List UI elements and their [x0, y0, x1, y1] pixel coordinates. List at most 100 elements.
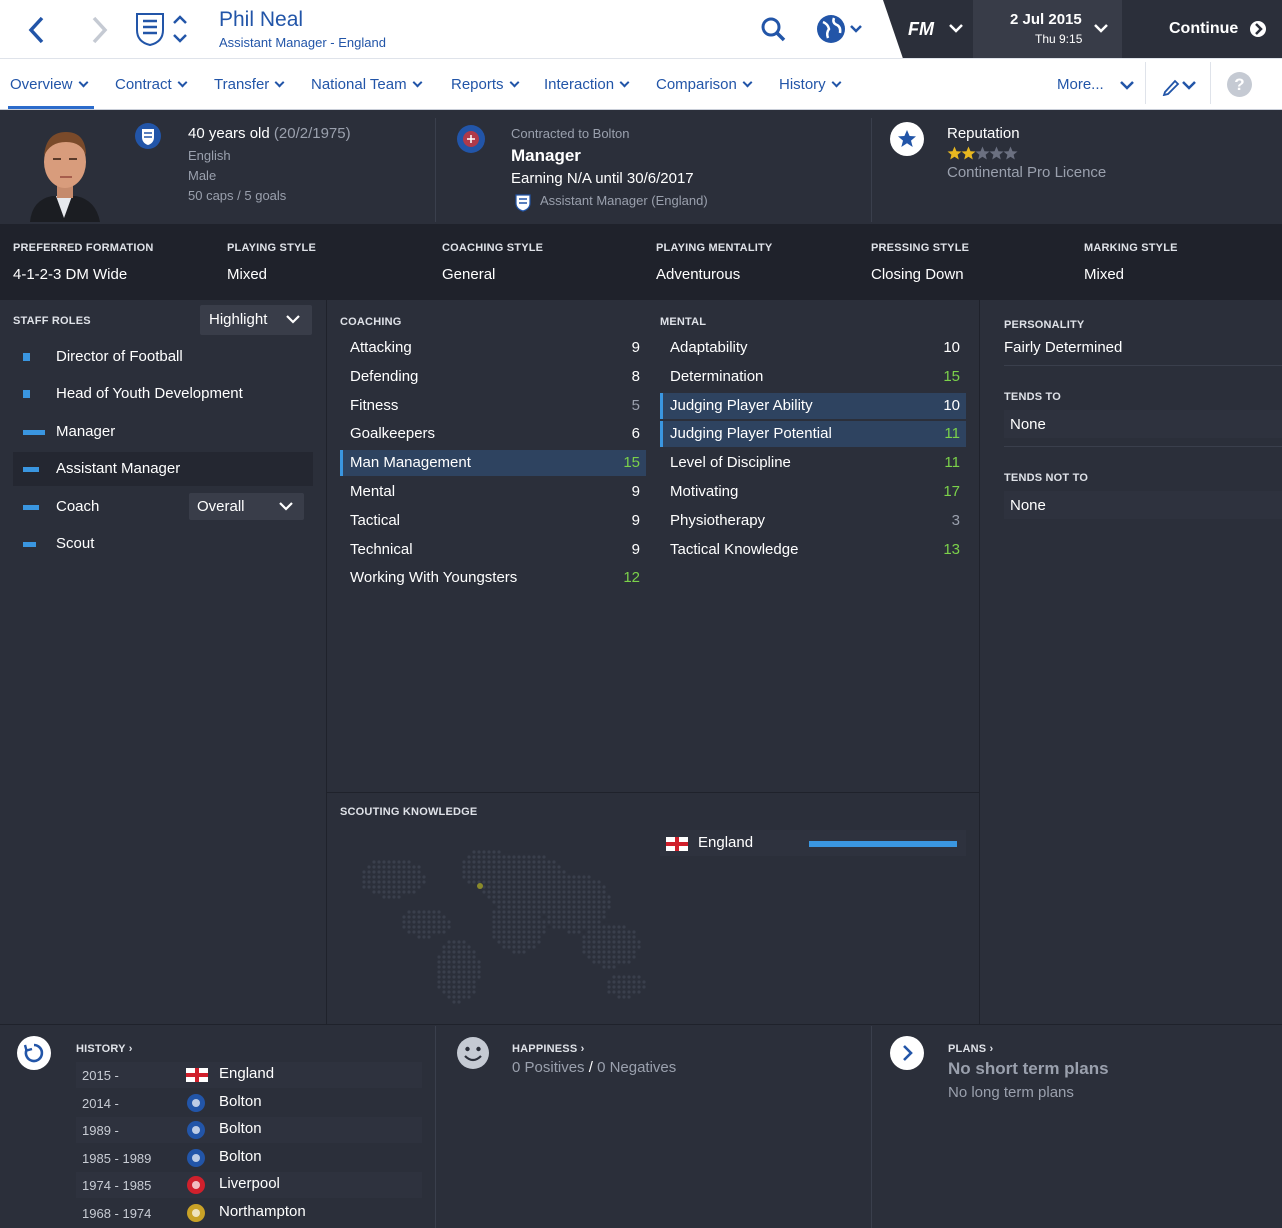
england-crest-icon[interactable]	[135, 12, 165, 46]
bottom-divider	[871, 1026, 872, 1228]
mental-attribute-row[interactable]: Level of Discipline 11	[660, 450, 966, 476]
history-row[interactable]: 1985 - 1989 Bolton	[76, 1145, 422, 1171]
coaching-attribute-row[interactable]: Technical 9	[340, 537, 646, 563]
forward-button[interactable]	[84, 12, 114, 48]
club-crest-icon	[187, 1093, 205, 1112]
history-row[interactable]: 1968 - 1974 Northampton	[76, 1200, 422, 1226]
reputation-star-icon	[947, 146, 962, 160]
search-icon[interactable]	[760, 16, 786, 42]
england-marker	[477, 883, 483, 889]
chevron-down-icon[interactable]	[1119, 80, 1135, 92]
attribute-value: 12	[623, 569, 640, 587]
coaching-attribute-row[interactable]: Fitness 5	[340, 393, 646, 419]
tab-comparison[interactable]: Comparison	[656, 76, 753, 93]
coaching-attribute-row[interactable]: Defending 8	[340, 364, 646, 390]
person-switch-icon[interactable]	[172, 14, 188, 44]
back-button[interactable]	[22, 12, 52, 48]
history-button[interactable]	[17, 1036, 51, 1070]
plans-button[interactable]	[890, 1036, 924, 1070]
person-subtitle[interactable]: Assistant Manager - England	[219, 35, 386, 50]
mental-attribute-row[interactable]: Physiotherapy 3	[660, 508, 966, 534]
attribute-name: Tactical Knowledge	[670, 540, 799, 558]
history-title[interactable]: HISTORY ›	[76, 1043, 133, 1055]
highlight-dropdown[interactable]: Highlight	[200, 305, 312, 335]
attribute-name: Physiotherapy	[670, 511, 766, 529]
continue-button[interactable]: Continue	[1122, 0, 1282, 58]
staff-role-head-of-youth-development[interactable]: Head of Youth Development	[13, 377, 313, 411]
smiley-icon	[457, 1037, 489, 1069]
tab-national-team[interactable]: National Team	[311, 76, 423, 93]
mental-attribute-row[interactable]: Determination 15	[660, 364, 966, 390]
mental-attribute-row[interactable]: Judging Player Potential 11	[660, 421, 966, 448]
attribute-name: Fitness	[350, 396, 399, 414]
fm-logo[interactable]: FM	[908, 19, 934, 40]
coaching-attribute-row[interactable]: Attacking 9	[340, 335, 646, 361]
current-day-time: Thu 9:15	[1035, 32, 1083, 46]
happiness-title[interactable]: HAPPINESS ›	[512, 1043, 585, 1055]
history-row[interactable]: 1974 - 1985 Liverpool	[76, 1172, 422, 1198]
coaching-licence: Continental Pro Licence	[947, 164, 1107, 181]
section-divider	[327, 792, 979, 793]
coach-type-dropdown[interactable]: Overall	[189, 493, 304, 520]
chevron-down-icon	[279, 502, 293, 511]
staff-role-director-of-football[interactable]: Director of Football	[13, 340, 313, 374]
coaching-style-label: COACHING STYLE	[442, 242, 544, 254]
plans-title[interactable]: PLANS ›	[948, 1043, 993, 1055]
mental-attribute-row[interactable]: Adaptability 10	[660, 335, 966, 361]
history-club: Bolton	[219, 1120, 262, 1137]
chevron-left-icon	[28, 16, 44, 44]
attribute-value: 11	[944, 425, 960, 443]
attribute-name: Working With Youngsters	[350, 569, 518, 587]
club-crest-icon	[187, 1176, 205, 1194]
happiness-separator: /	[588, 1059, 593, 1076]
history-row[interactable]: 2014 - Bolton	[76, 1090, 422, 1116]
scouting-country-row[interactable]: England	[660, 830, 966, 856]
person-caps: 50 caps / 5 goals	[188, 188, 287, 203]
england-crest-icon	[515, 194, 531, 212]
attribute-value: 17	[943, 483, 960, 500]
help-icon[interactable]: ?	[1227, 72, 1252, 97]
staff-role-label: Assistant Manager	[56, 460, 181, 477]
tab-overview[interactable]: Overview	[10, 76, 88, 93]
bolton-crest-icon[interactable]	[456, 124, 486, 154]
coaching-attribute-row[interactable]: Working With Youngsters 12	[340, 565, 646, 591]
coaching-style-value: General	[442, 266, 496, 283]
contract-club-line[interactable]: Contracted to Bolton	[511, 126, 630, 141]
happiness-negatives: 0 Negatives	[597, 1059, 677, 1076]
date-block[interactable]: 2 Jul 2015 Thu 9:15	[973, 0, 1122, 58]
more-menu[interactable]: More...	[1057, 76, 1104, 93]
mental-attribute-row[interactable]: Tactical Knowledge 13	[660, 537, 966, 563]
role-suitability-bar	[23, 353, 30, 361]
second-job[interactable]: Assistant Manager (England)	[540, 193, 708, 208]
profile-divider	[871, 118, 872, 222]
world-map[interactable]	[340, 828, 656, 1008]
staff-role-manager[interactable]: Manager	[13, 415, 313, 449]
world-menu-button[interactable]	[815, 13, 867, 45]
preferred-formation-label: PREFERRED FORMATION	[13, 242, 154, 254]
history-row[interactable]: 2015 - England	[76, 1062, 422, 1088]
mental-attribute-row[interactable]: Judging Player Ability 10	[660, 392, 966, 419]
history-row[interactable]: 1989 - Bolton	[76, 1117, 422, 1143]
tab-history[interactable]: History	[779, 76, 842, 93]
edit-pencil-icon[interactable]	[1162, 76, 1198, 96]
staff-role-assistant-manager[interactable]: Assistant Manager	[13, 452, 313, 486]
staff-role-scout[interactable]: Scout	[13, 527, 313, 561]
coaching-attribute-row[interactable]: Mental 9	[340, 479, 646, 505]
attribute-name: Motivating	[670, 483, 739, 500]
history-club: Bolton	[219, 1092, 262, 1110]
coaching-attribute-row[interactable]: Man Management 15	[340, 450, 646, 477]
tab-contract[interactable]: Contract	[115, 76, 188, 93]
tab-transfer[interactable]: Transfer	[214, 76, 285, 93]
chevron-down-icon[interactable]	[948, 22, 964, 36]
mental-attribute-row[interactable]: Motivating 17	[660, 479, 966, 505]
chevron-right-icon	[903, 1045, 913, 1061]
preferred-formation-value: 4-1-2-3 DM Wide	[13, 266, 128, 283]
tab-reports[interactable]: Reports	[451, 76, 519, 93]
staff-role-label: Scout	[56, 535, 95, 552]
coaching-attribute-row[interactable]: Tactical 9	[340, 508, 646, 534]
happiness-positives: 0 Positives	[512, 1059, 585, 1076]
tab-interaction[interactable]: Interaction	[544, 76, 630, 93]
coaching-attribute-row[interactable]: Goalkeepers 6	[340, 421, 646, 447]
person-age: 40 years old (20/2/1975)	[188, 125, 351, 142]
column-divider	[979, 300, 980, 1024]
